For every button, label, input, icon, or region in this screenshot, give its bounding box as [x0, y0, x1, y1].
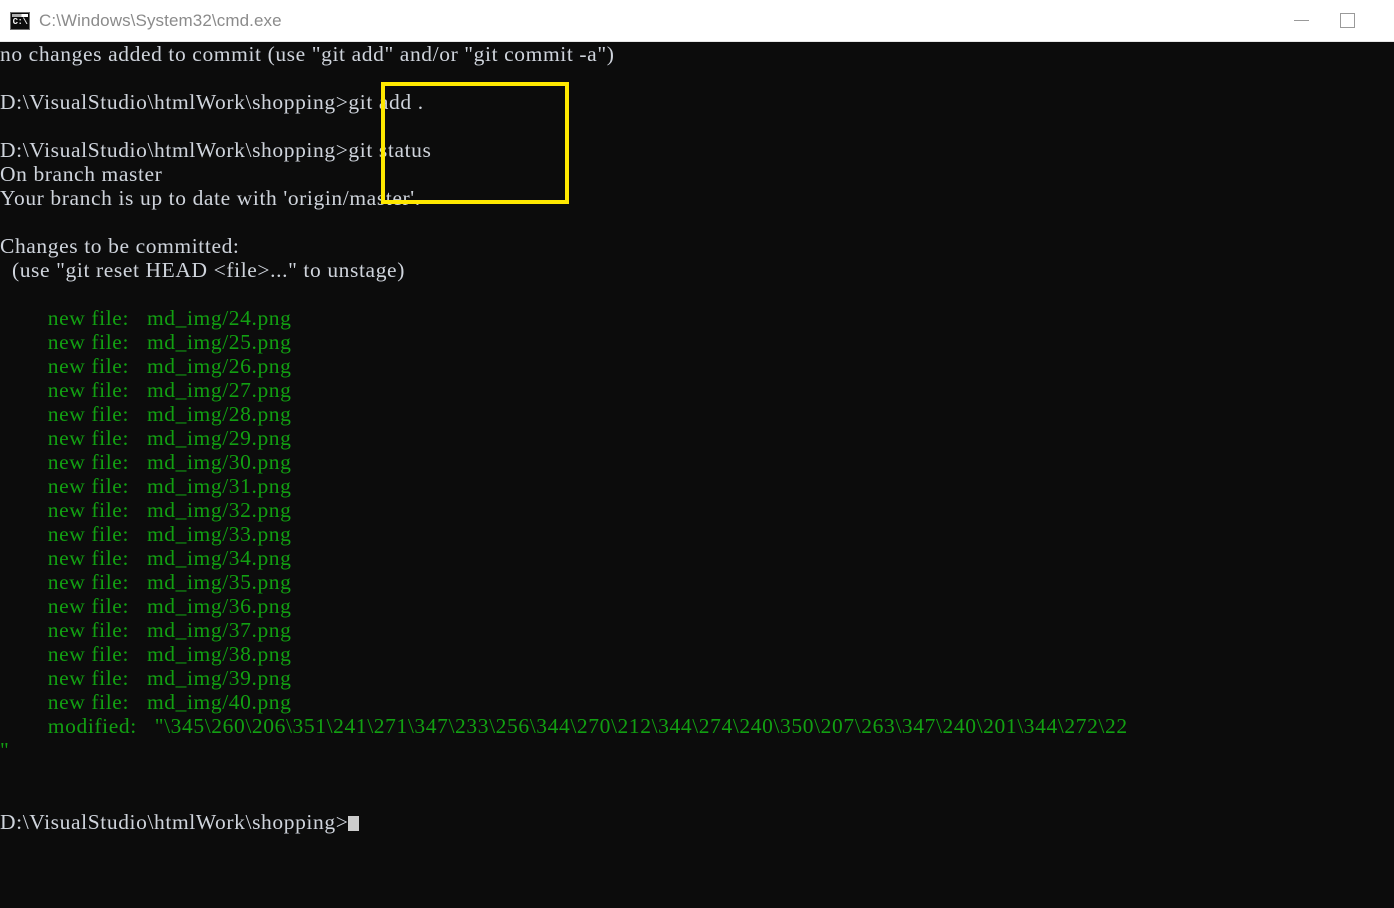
terminal-line: new file: md_img/25.png — [0, 330, 292, 354]
maximize-button[interactable] — [1324, 0, 1370, 42]
terminal-line: new file: md_img/34.png — [0, 546, 292, 570]
terminal-line: new file: md_img/29.png — [0, 426, 292, 450]
terminal-line: D:\VisualStudio\htmlWork\shopping>git st… — [0, 138, 432, 162]
minimize-icon — [1293, 20, 1309, 21]
terminal-line: new file: md_img/31.png — [0, 474, 292, 498]
terminal-line: D:\VisualStudio\htmlWork\shopping>git ad… — [0, 90, 424, 114]
terminal-line: new file: md_img/33.png — [0, 522, 292, 546]
terminal-line: new file: md_img/38.png — [0, 642, 292, 666]
terminal-line: Changes to be committed: — [0, 234, 240, 258]
terminal-cursor — [348, 816, 360, 831]
terminal-line: D:\VisualStudio\htmlWork\shopping> — [0, 810, 1394, 834]
terminal-line: new file: md_img/35.png — [0, 570, 292, 594]
terminal-line: modified: "\345\260\206\351\241\271\347\… — [0, 714, 1128, 738]
terminal-line: new file: md_img/28.png — [0, 402, 292, 426]
window-titlebar[interactable]: C:\ C:\Windows\System32\cmd.exe — [0, 0, 1394, 42]
window-title: C:\Windows\System32\cmd.exe — [39, 10, 282, 30]
terminal-line: no changes added to commit (use "git add… — [0, 42, 615, 66]
minimize-button[interactable] — [1278, 0, 1324, 42]
terminal-line: new file: md_img/24.png — [0, 306, 292, 330]
icon-glyph-text: C:\ — [12, 16, 28, 27]
terminal-line: new file: md_img/27.png — [0, 378, 292, 402]
terminal-output[interactable]: no changes added to commit (use "git add… — [0, 42, 1394, 908]
terminal-line: On branch master — [0, 162, 163, 186]
window-controls — [1278, 0, 1394, 42]
terminal-line: (use "git reset HEAD <file>..." to unsta… — [0, 258, 405, 282]
terminal-line: new file: md_img/39.png — [0, 666, 292, 690]
terminal-line: new file: md_img/37.png — [0, 618, 292, 642]
terminal-prompt: D:\VisualStudio\htmlWork\shopping> — [0, 810, 349, 834]
terminal-line: new file: md_img/26.png — [0, 354, 292, 378]
terminal-line: new file: md_img/32.png — [0, 498, 292, 522]
terminal-line: new file: md_img/30.png — [0, 450, 292, 474]
terminal-line: new file: md_img/40.png — [0, 690, 292, 714]
terminal-line: new file: md_img/36.png — [0, 594, 292, 618]
cmd-console-icon: C:\ — [10, 11, 30, 30]
terminal-line: Your branch is up to date with 'origin/m… — [0, 186, 421, 210]
maximize-icon — [1339, 13, 1355, 28]
terminal-line: " — [0, 738, 10, 762]
